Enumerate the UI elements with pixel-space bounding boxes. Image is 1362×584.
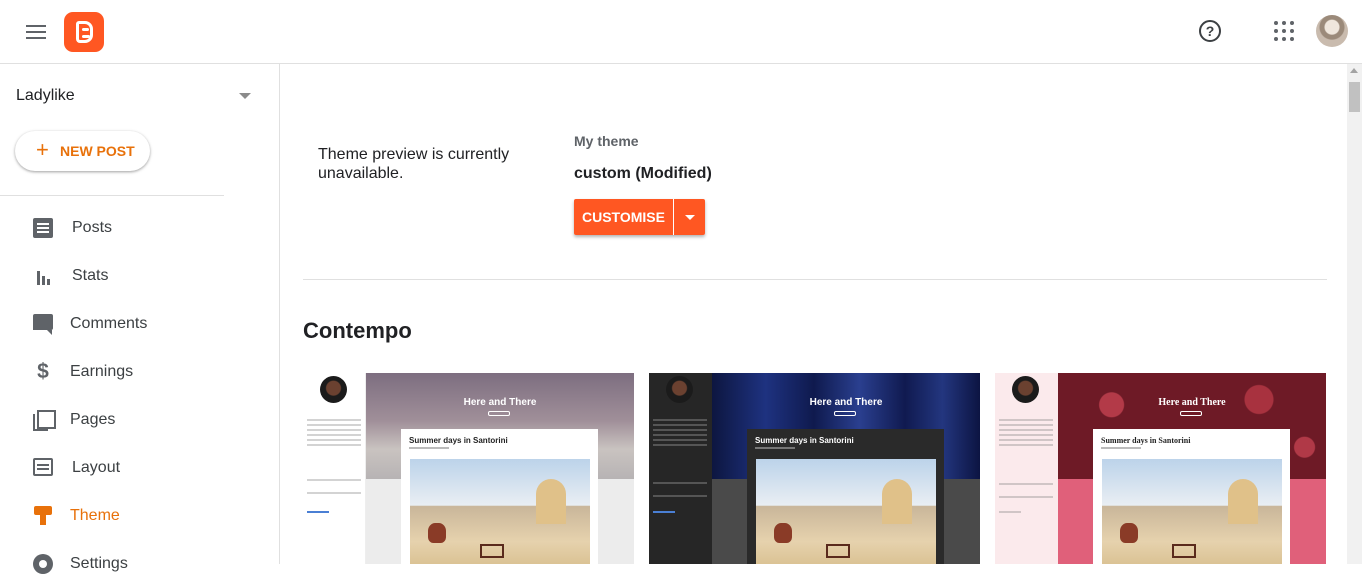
help-icon[interactable]: ? bbox=[1199, 20, 1221, 42]
sidebar-divider bbox=[0, 195, 224, 196]
photo-railing bbox=[1172, 544, 1196, 558]
stats-icon bbox=[33, 266, 53, 286]
photo-pot bbox=[774, 523, 792, 543]
layout-icon bbox=[33, 458, 53, 476]
card-avatar bbox=[666, 376, 693, 403]
card-post: Summer days in Santorini bbox=[747, 429, 944, 564]
theme-icon bbox=[33, 506, 53, 526]
apps-grid-icon[interactable] bbox=[1274, 21, 1294, 41]
theme-main-panel: Theme preview is currently unavailable. … bbox=[281, 64, 1347, 564]
photo-pot bbox=[428, 523, 446, 543]
card-post-title: Summer days in Santorini bbox=[409, 436, 508, 445]
sidebar-item-label: Pages bbox=[70, 411, 116, 428]
photo-tower bbox=[536, 479, 566, 524]
theme-card-pink[interactable]: Here and There Summer days in Santorini bbox=[995, 373, 1326, 564]
top-app-bar: ? bbox=[0, 0, 1362, 64]
sidebar-item-label: Comments bbox=[70, 315, 148, 332]
settings-icon bbox=[33, 554, 53, 574]
photo-tower bbox=[882, 479, 912, 524]
card-post-title: Summer days in Santorini bbox=[755, 436, 854, 445]
sidebar: Ladylike + NEW POST Posts Stats Comments… bbox=[0, 64, 280, 574]
sidebar-item-label: Posts bbox=[72, 219, 113, 236]
vertical-scrollbar[interactable] bbox=[1347, 64, 1362, 564]
card-blog-title: Here and There bbox=[463, 397, 537, 408]
card-post-date bbox=[409, 447, 449, 449]
theme-card-dark[interactable]: Here and There Summer days in Santorini bbox=[649, 373, 980, 564]
card-post-date bbox=[755, 447, 795, 449]
blogger-logo-icon[interactable] bbox=[64, 12, 104, 52]
sidebar-item-label: Settings bbox=[70, 555, 128, 572]
pages-icon bbox=[33, 410, 56, 431]
blog-name[interactable]: Ladylike bbox=[16, 87, 75, 105]
theme-family-title: Contempo bbox=[303, 318, 412, 343]
sidebar-item-stats[interactable]: Stats bbox=[0, 256, 280, 296]
section-divider bbox=[303, 279, 1327, 280]
sidebar-item-label: Layout bbox=[72, 459, 121, 476]
sidebar-item-comments[interactable]: Comments bbox=[0, 304, 280, 344]
card-blog-title: Here and There bbox=[809, 397, 883, 408]
customise-dropdown-arrow-icon[interactable] bbox=[673, 199, 705, 235]
customise-button-group: CUSTOMISE bbox=[574, 199, 705, 235]
card-post: Summer days in Santorini bbox=[1093, 429, 1290, 564]
card-subscribe-button bbox=[1180, 411, 1202, 416]
card-post-date bbox=[1101, 447, 1141, 449]
customise-button[interactable]: CUSTOMISE bbox=[574, 199, 673, 235]
account-avatar[interactable] bbox=[1316, 15, 1348, 47]
scrollbar-thumb[interactable] bbox=[1349, 82, 1360, 112]
my-theme-label: My theme bbox=[574, 133, 639, 149]
card-sidebar bbox=[995, 373, 1058, 564]
blog-switcher-dropdown-icon[interactable] bbox=[239, 93, 251, 99]
card-post: Summer days in Santorini bbox=[401, 429, 598, 564]
theme-card-light[interactable]: Here and There Summer days in Santorini bbox=[303, 373, 634, 564]
card-post-photo bbox=[756, 459, 936, 564]
photo-railing bbox=[826, 544, 850, 558]
card-post-photo bbox=[1102, 459, 1282, 564]
card-sidebar bbox=[303, 373, 366, 564]
sidebar-item-label: Earnings bbox=[70, 363, 134, 380]
theme-preview-message: Theme preview is currently unavailable. bbox=[318, 146, 510, 182]
sidebar-item-earnings[interactable]: $ Earnings bbox=[0, 352, 280, 392]
card-subscribe-button bbox=[488, 411, 510, 416]
card-post-title: Summer days in Santorini bbox=[1101, 436, 1191, 445]
card-avatar bbox=[320, 376, 347, 403]
sidebar-item-settings[interactable]: Settings bbox=[0, 544, 280, 584]
sidebar-item-label: Theme bbox=[70, 507, 120, 524]
photo-railing bbox=[480, 544, 504, 558]
sidebar-item-label: Stats bbox=[72, 267, 109, 284]
plus-icon: + bbox=[36, 137, 49, 162]
new-post-button[interactable]: + NEW POST bbox=[15, 131, 150, 171]
card-blog-title: Here and There bbox=[1158, 397, 1226, 408]
card-sidebar bbox=[649, 373, 712, 564]
card-subscribe-button bbox=[834, 411, 856, 416]
sidebar-item-theme[interactable]: Theme bbox=[0, 496, 280, 536]
hamburger-menu-icon[interactable] bbox=[20, 16, 52, 48]
scroll-up-arrow-icon[interactable] bbox=[1350, 68, 1358, 73]
comments-icon bbox=[33, 314, 53, 335]
dollar-icon: $ bbox=[37, 360, 49, 383]
photo-pot bbox=[1120, 523, 1138, 543]
posts-icon bbox=[33, 218, 53, 238]
new-post-label: NEW POST bbox=[60, 143, 135, 159]
sidebar-item-layout[interactable]: Layout bbox=[0, 448, 280, 488]
current-theme-name: custom (Modified) bbox=[574, 165, 712, 182]
sidebar-item-pages[interactable]: Pages bbox=[0, 400, 280, 440]
card-post-photo bbox=[410, 459, 590, 564]
photo-tower bbox=[1228, 479, 1258, 524]
sidebar-item-posts[interactable]: Posts bbox=[0, 208, 280, 248]
card-avatar bbox=[1012, 376, 1039, 403]
